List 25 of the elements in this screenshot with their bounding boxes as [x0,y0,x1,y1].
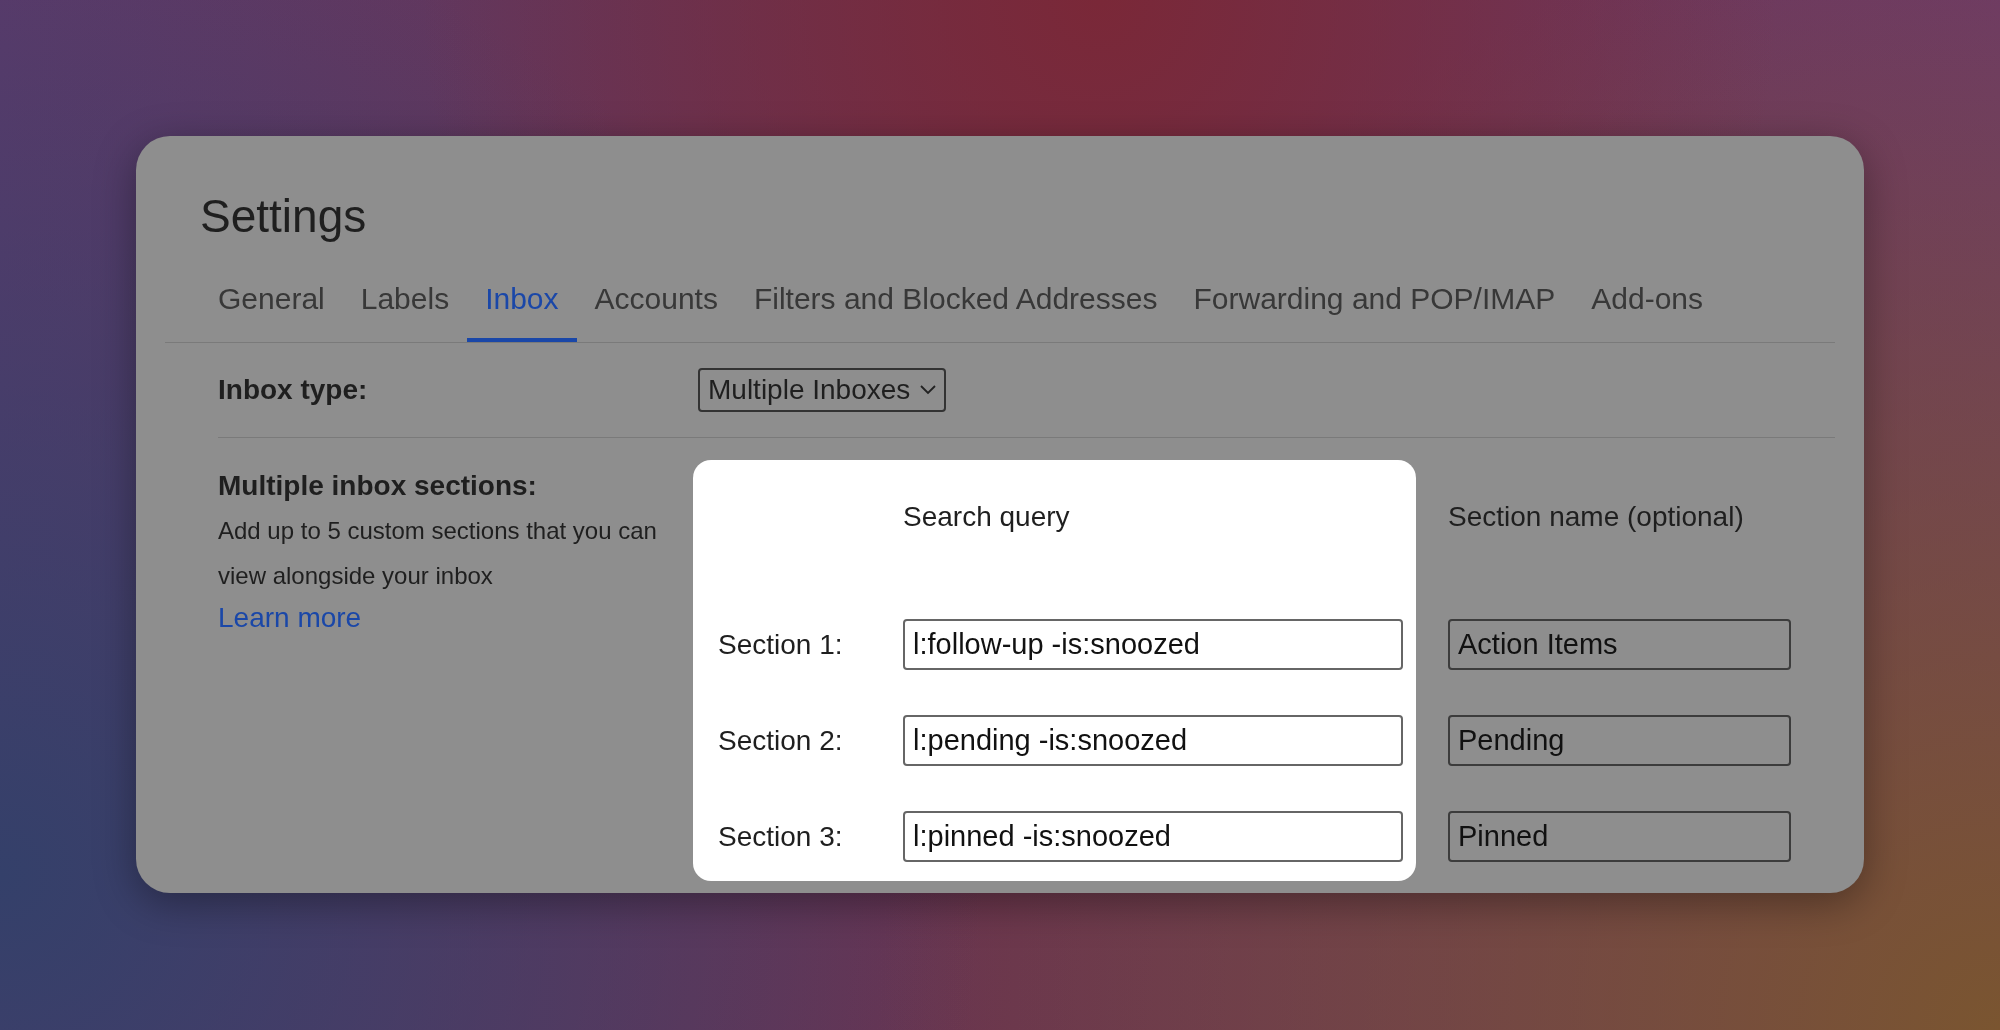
settings-tab[interactable]: General [200,270,343,342]
query-field[interactable]: l:pending -is:snoozed [903,715,1403,766]
query-field[interactable]: l:pinned -is:snoozed [903,811,1403,862]
inbox-type-label: Inbox type: [218,374,369,406]
inbox-type-dropdown[interactable]: Multiple Inboxes [698,368,947,412]
settings-tab[interactable]: Inbox [467,270,577,342]
learn-more-link[interactable]: Learn more [218,598,362,638]
name-field[interactable]: Pinned [1448,811,1791,862]
section-label: Section 2: [718,724,844,757]
column-header: Section name (optional) [1448,501,1745,533]
name-field[interactable]: Pending [1448,715,1791,766]
settings-tab[interactable]: Forwarding and POP/IMAP [1175,270,1574,342]
settings-tab[interactable]: Filters and Blocked Addresses [735,270,1176,342]
column-header: Search query [903,501,1071,533]
settings-tab[interactable]: Labels [342,270,468,342]
section-description: Add up to 5 custom sections that you can view alongside your inbox [218,516,658,591]
section-heading: Multiple inbox sections: [218,469,538,503]
query-field[interactable]: l:follow-up -is:snoozed [903,619,1403,670]
section-label: Section 3: [718,820,844,853]
section-label: Section 1: [718,628,844,661]
name-field[interactable]: Action Items [1448,619,1791,670]
settings-tab[interactable]: Accounts [576,270,736,342]
settings-tab[interactable]: Add-ons [1573,270,1722,342]
chevron-down-icon [920,385,937,395]
page-title: Settings [200,189,368,244]
